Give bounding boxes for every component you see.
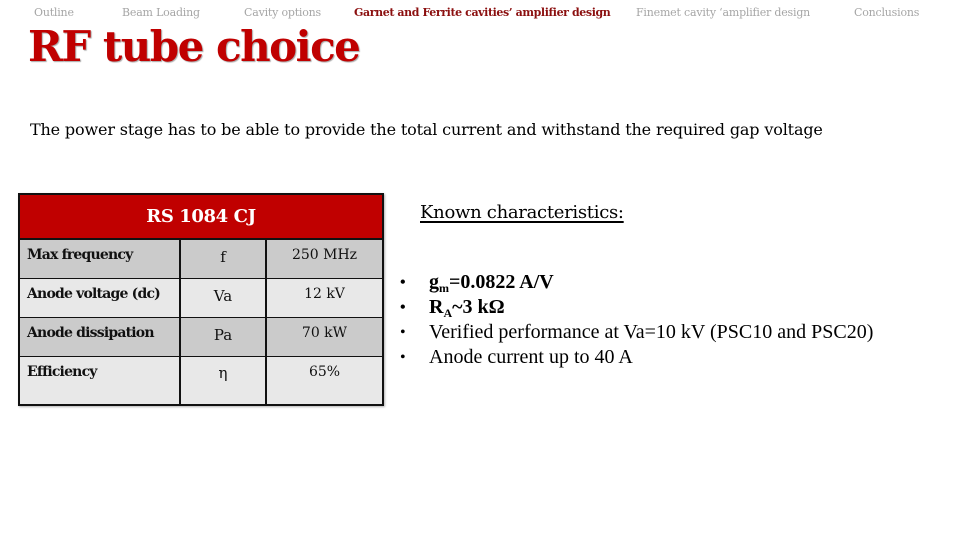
nav-item-outline[interactable]: Outline	[34, 6, 74, 19]
table-row: Anode voltage (dc) Va 12 kV	[19, 278, 383, 318]
table-header: RS 1084 CJ	[19, 194, 383, 240]
param-symbol: Va	[179, 278, 266, 318]
param-name: Anode dissipation	[19, 317, 180, 357]
param-symbol: f	[179, 238, 266, 279]
ra-symbol: R	[429, 296, 444, 318]
nav-item-finemet[interactable]: Finemet cavity ‘amplifier design	[636, 6, 810, 19]
verified-performance-text: Verified performance at Va=10 kV (PSC10 …	[429, 321, 874, 343]
param-value: 12 kV	[265, 278, 383, 318]
anode-current-text: Anode current up to 40 A	[429, 346, 633, 368]
nav-item-cavity-options[interactable]: Cavity options	[244, 6, 321, 19]
list-item-transconductance: • gm=0.0822 A/V	[400, 270, 873, 295]
ra-value: ~3 kΩ	[452, 296, 505, 318]
param-symbol: Pa	[179, 317, 266, 357]
table-row: Efficiency η 65%	[19, 356, 383, 405]
slide-subtitle: The power stage has to be able to provid…	[30, 120, 823, 139]
param-name: Efficiency	[19, 356, 180, 405]
tube-spec-table: RS 1084 CJ Max frequency f 250 MHz Anode…	[18, 193, 384, 406]
bullet-icon: •	[400, 349, 406, 366]
param-name: Max frequency	[19, 238, 180, 279]
bullet-icon: •	[400, 324, 406, 341]
slide: Outline Beam Loading Cavity options Garn…	[0, 0, 960, 540]
table-row: Max frequency f 250 MHz	[19, 238, 383, 279]
table-row: Anode dissipation Pa 70 kW	[19, 317, 383, 357]
list-item-anode-resistance: • RA~3 kΩ	[400, 295, 873, 320]
param-value: 65%	[265, 356, 383, 405]
nav-item-garnet-ferrite[interactable]: Garnet and Ferrite cavities’ amplifier d…	[354, 6, 611, 19]
gm-subscript: m	[439, 281, 449, 295]
nav-item-conclusions[interactable]: Conclusions	[854, 6, 919, 19]
bullet-icon: •	[400, 299, 406, 316]
bullet-icon: •	[400, 274, 406, 291]
gm-value: =0.0822 A/V	[449, 271, 554, 293]
param-name: Anode voltage (dc)	[19, 278, 180, 318]
list-item-anode-current: • Anode current up to 40 A	[400, 345, 873, 370]
known-characteristics-heading: Known characteristics:	[420, 202, 624, 223]
characteristics-list: • gm=0.0822 A/V • RA~3 kΩ • Verified perfor…	[400, 270, 873, 370]
gm-symbol: g	[429, 271, 439, 293]
param-value: 250 MHz	[265, 238, 383, 279]
ra-subscript: A	[443, 306, 453, 320]
param-value: 70 kW	[265, 317, 383, 357]
nav-item-beam-loading[interactable]: Beam Loading	[122, 6, 200, 19]
page-title: RF tube choice	[28, 22, 361, 71]
list-item-verified-performance: • Verified performance at Va=10 kV (PSC10…	[400, 320, 873, 345]
param-symbol: η	[179, 356, 266, 405]
